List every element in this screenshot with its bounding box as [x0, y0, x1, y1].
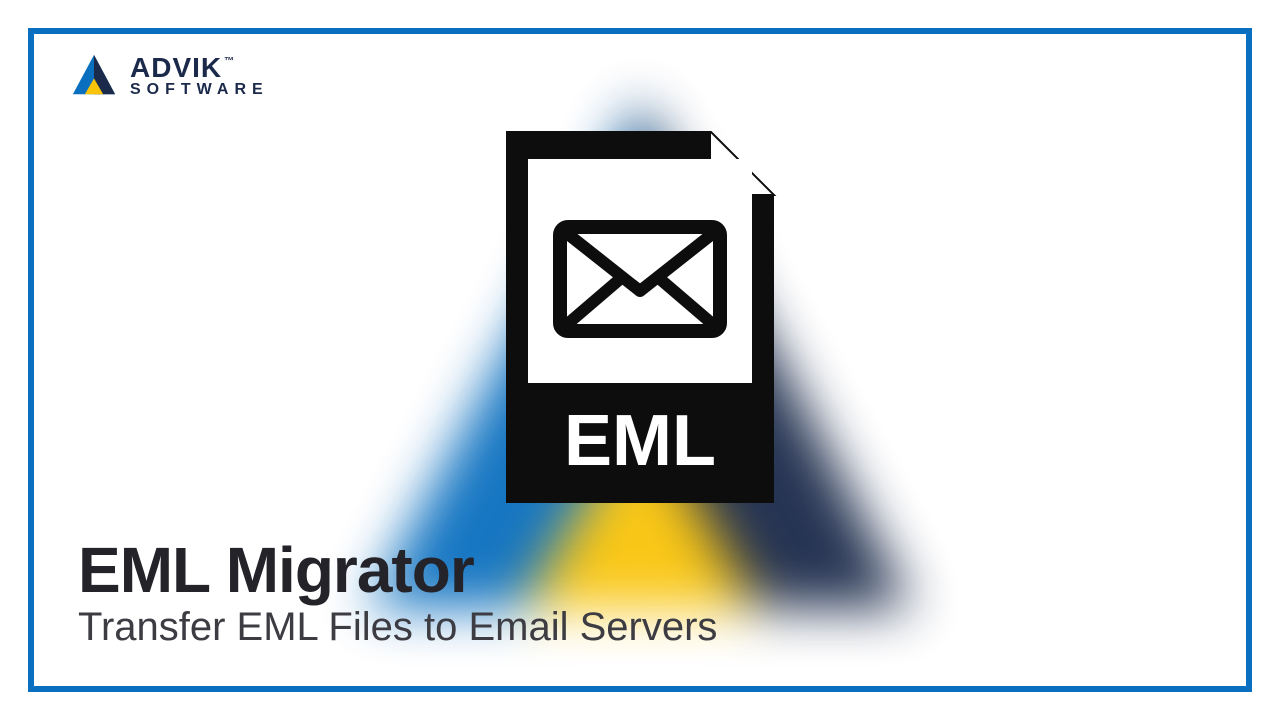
file-icon-label: EML — [564, 401, 716, 481]
brand-triangle-icon — [70, 52, 118, 100]
trademark-symbol: ™ — [224, 57, 234, 67]
brand-logo: ADVIK ™ SOFTWARE — [70, 52, 269, 100]
brand-tagline: SOFTWARE — [130, 82, 269, 97]
caption-block: EML Migrator Transfer EML Files to Email… — [78, 533, 717, 650]
promo-card: ADVIK ™ SOFTWARE EML EML Migrator Transf… — [28, 28, 1252, 692]
eml-file-icon: EML — [498, 131, 782, 511]
brand-text: ADVIK ™ SOFTWARE — [130, 55, 269, 97]
brand-name: ADVIK — [130, 55, 222, 82]
headline-subtitle: Transfer EML Files to Email Servers — [78, 605, 717, 650]
headline-title: EML Migrator — [78, 533, 717, 607]
